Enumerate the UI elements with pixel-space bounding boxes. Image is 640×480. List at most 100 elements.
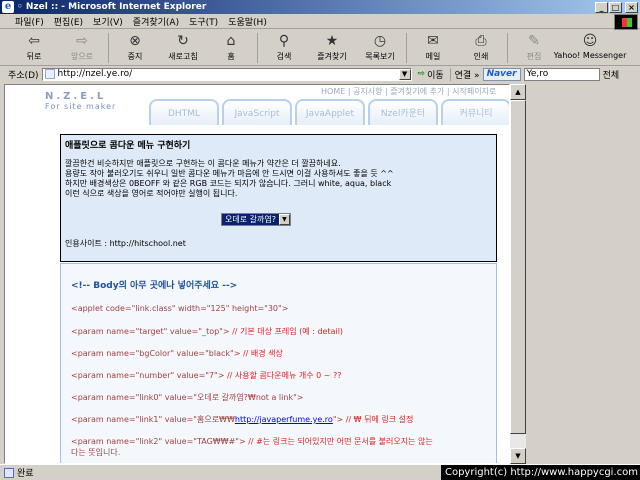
- print-button[interactable]: ⎙ 인쇄: [457, 30, 505, 62]
- menu-favorites[interactable]: 즐겨찾기(A): [128, 15, 184, 28]
- go-button[interactable]: ⇨ 이동: [415, 68, 447, 81]
- site-logo-title: N.Z.E.L: [45, 91, 107, 102]
- scroll-up-icon[interactable]: ▲: [510, 84, 526, 100]
- code-applet-tag: <applet code="link.class" width="125" he…: [71, 304, 289, 313]
- edit-icon: ✎: [528, 33, 540, 49]
- back-button[interactable]: ⇦ 뒤로: [10, 30, 58, 62]
- code-text: <param name="link0" value="오데로 갈까염?₩not …: [71, 393, 304, 402]
- tab-nzel-counter[interactable]: Nzel카운터: [368, 99, 438, 125]
- tab-javascript[interactable]: JavaScript: [222, 99, 292, 125]
- menu-help[interactable]: 도움말(H): [223, 15, 272, 28]
- mail-button[interactable]: ✉ 메일: [409, 30, 457, 62]
- mail-icon: ✉: [427, 33, 439, 49]
- code-note: // 사용할 콤다운메뉴 개수 0 ~ ??: [224, 371, 342, 380]
- copyright-watermark: Copyright(c) http://www.happycgi.com: [440, 465, 640, 480]
- home-button[interactable]: ⌂ 홈: [207, 30, 255, 62]
- history-icon: ◷: [373, 33, 387, 49]
- scroll-thumb[interactable]: [510, 100, 526, 434]
- toolbar-label: 인쇄: [473, 52, 489, 61]
- favorites-button[interactable]: ★ 즐겨찾기: [308, 30, 356, 62]
- code-link[interactable]: http://javaperfume.ye.ro: [235, 415, 333, 424]
- stop-icon: ⊗: [129, 33, 141, 49]
- messenger-icon: ☺: [582, 33, 598, 49]
- ie-logo-icon: e: [2, 1, 14, 13]
- page-done-icon: [4, 467, 14, 478]
- code-text: <param name="bgColor" value="black">: [71, 349, 241, 358]
- toolbar-separator: [257, 33, 258, 63]
- tab-community[interactable]: 커뮤니티: [441, 99, 509, 125]
- toolbar-separator: [507, 33, 508, 63]
- code-comment: <!-- Body의 아무 곳에나 넣어주세요 -->: [71, 281, 238, 291]
- site-tabs: DHTML JavaScript JavaApplet Nzel카운터 커뮤니티: [149, 99, 509, 125]
- go-label: 이동: [427, 70, 444, 81]
- demo-select-value: 오데로 갈까염?: [225, 215, 276, 224]
- code-note: // #는 링크는 되어있지만 어떤 문서를 불러오지는 않는: [245, 437, 433, 446]
- toolbar-separator: [108, 33, 109, 63]
- toolbar-separator: [406, 33, 407, 63]
- toolbar-label: 뒤로: [26, 52, 42, 61]
- toolbar-label: Yahoo! Messenger: [553, 51, 627, 60]
- status-text: 완료: [17, 469, 34, 479]
- stop-button[interactable]: ⊗ 중지: [111, 30, 159, 62]
- search-button[interactable]: ⚲ 검색: [260, 30, 308, 62]
- naver-logo[interactable]: Naver: [482, 67, 521, 81]
- code-param-link0: <param name="link0" value="오데로 갈까염?₩not …: [71, 392, 303, 403]
- address-dropdown-icon[interactable]: ▼: [398, 68, 411, 80]
- address-bar: 주소(D) http://nzel.ye.ro/ ▼ ⇨ 이동 연결 » Nave…: [0, 66, 640, 82]
- minimize-button[interactable]: _: [595, 1, 608, 13]
- messenger-button[interactable]: ☺ Yahoo! Messenger: [554, 30, 627, 60]
- refresh-icon: ↻: [177, 33, 189, 49]
- top-links[interactable]: HOME | 공지사항 | 즐겨찾기에 추가 | 시작페이지로: [321, 86, 496, 97]
- code-box: <!-- Body의 아무 곳에나 넣어주세요 --> <applet code…: [60, 263, 497, 463]
- empty-right-area: [526, 84, 640, 464]
- code-text: <param name="link1" value="홈으로₩₩: [71, 415, 235, 424]
- code-note-continued: 다는 뜻입니다.: [71, 448, 121, 457]
- tab-dhtml[interactable]: DHTML: [149, 99, 219, 125]
- demo-applet-select[interactable]: 오데로 갈까염? ▼: [221, 213, 291, 226]
- back-icon: ⇦: [28, 33, 40, 49]
- close-button[interactable]: ×: [625, 1, 638, 13]
- refresh-button[interactable]: ↻ 새로고침: [159, 30, 207, 62]
- vertical-scrollbar[interactable]: ▲ ▼: [510, 84, 526, 464]
- description-line: 용량도 작아 불러오기도 쉬우니 일반 콤다운 메뉴가 마음에 안 드시면 이걸…: [65, 169, 394, 178]
- status-bar: 완료 Copyright(c) http://www.happycgi.com: [0, 464, 640, 480]
- menu-file[interactable]: 파일(F): [10, 15, 49, 28]
- naver-search-input[interactable]: Ye,ro: [523, 67, 600, 81]
- toolbar-label: 새로고침: [168, 52, 198, 61]
- title-bar: e ◦ Nzel :: - Microsoft Internet Explore…: [0, 0, 640, 14]
- code-param-link2: <param name="link2" value="TAG₩₩#"> // #…: [71, 436, 433, 447]
- menu-bar: 파일(F) 편집(E) 보기(V) 즐겨찾기(A) 도구(T) 도움말(H): [0, 14, 640, 29]
- code-param-target: <param name="target" value="_top"> // 기본…: [71, 326, 343, 337]
- tab-javaapplet[interactable]: JavaApplet: [295, 99, 365, 125]
- code-note: // 배경 색상: [240, 349, 283, 358]
- description-box: 애플릿으로 콤다운 메뉴 구현하기 깔끔한건 비슷하지만 애플릿으로 구현하는 …: [60, 134, 497, 262]
- page-viewport: N.Z.E.L For site maker HOME | 공지사항 | 즐겨찾…: [4, 84, 510, 464]
- code-param-link1: <param name="link1" value="홈으로₩₩http://j…: [71, 414, 413, 425]
- description-line: 하지만 배경색상은 0BEOFF 와 같은 RGB 코드는 되지가 않습니다. …: [65, 179, 392, 188]
- edit-button[interactable]: ✎ 편집: [510, 30, 558, 62]
- chevron-down-icon[interactable]: ▼: [278, 214, 290, 225]
- maximize-button[interactable]: □: [609, 1, 622, 13]
- print-icon: ⎙: [475, 33, 487, 49]
- menu-tools[interactable]: 도구(T): [184, 15, 223, 28]
- go-arrow-icon: ⇨: [417, 69, 426, 79]
- home-icon: ⌂: [226, 33, 236, 49]
- search-icon: ⚲: [278, 33, 290, 49]
- menu-edit[interactable]: 편집(E): [49, 15, 88, 28]
- naver-all-button[interactable]: 전체: [603, 68, 620, 81]
- toolbar-label: 검색: [276, 52, 292, 61]
- description-line: 이런 식으로 색상을 영어로 적어야만 실행이 됩니다.: [65, 189, 238, 198]
- address-value: http://nzel.ye.ro/: [57, 69, 133, 79]
- forward-icon: ⇨: [76, 33, 88, 49]
- code-text: <param name="number" value="7">: [71, 371, 225, 380]
- description-text: 깔끔한건 비슷하지만 애플릿으로 구현하는 이 콤다운 메뉴가 약간은 더 깔끔…: [65, 159, 495, 199]
- favorites-icon: ★: [325, 33, 339, 49]
- forward-button[interactable]: ⇨ 앞으로: [58, 30, 106, 62]
- links-button[interactable]: 연결 »: [449, 67, 480, 81]
- scroll-down-icon[interactable]: ▼: [510, 448, 526, 464]
- toolbar-label: 즐겨찾기: [317, 52, 347, 61]
- site-logo[interactable]: N.Z.E.L For site maker: [45, 91, 116, 111]
- address-input[interactable]: http://nzel.ye.ro/ ▼: [41, 67, 412, 81]
- menu-view[interactable]: 보기(V): [88, 15, 128, 28]
- history-button[interactable]: ◷ 목록보기: [356, 30, 404, 62]
